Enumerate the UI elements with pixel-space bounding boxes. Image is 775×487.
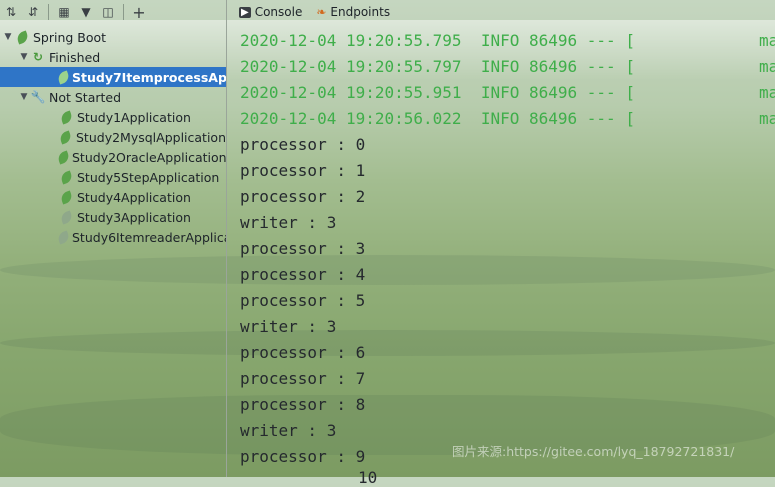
tree-node-app[interactable]: Study6ItemreaderApplicat <box>0 227 226 247</box>
console-output[interactable]: 2020-12-04 19:20:55.795 INFO 86496 --- [… <box>240 28 775 470</box>
toolbar-separator <box>123 4 124 20</box>
tree-node-label: Study6ItemreaderApplicat <box>72 229 226 245</box>
log-line: 2020-12-04 19:20:55.951 INFO 86496 --- [… <box>240 80 775 106</box>
log-text: 2020-12-04 19:20:55.795 INFO 86496 --- [ <box>240 31 635 50</box>
chevron-down-icon[interactable]: ▼ <box>18 92 30 102</box>
chevron-down-icon[interactable]: ▼ <box>18 52 30 62</box>
tree-node-label: Spring Boot <box>33 29 107 45</box>
panel-splitter[interactable] <box>226 0 227 477</box>
output-line: processor : 1 <box>240 161 366 180</box>
output-line: processor : 3 <box>240 239 366 258</box>
tree-node-label: Study2OracleApplication <box>72 149 226 165</box>
wrench-icon: 🔧 <box>30 90 46 104</box>
tree-node-selected-app[interactable]: Study7ItemprocessAppli <box>0 67 226 87</box>
services-toolbar: ⇅ ⇵ ▦ ▼ ◫ + <box>0 0 226 24</box>
toolbar-separator <box>48 4 49 20</box>
tree-node-finished[interactable]: ▼ ↻ Finished <box>0 47 226 67</box>
log-thread: ma <box>759 109 775 128</box>
tree-node-app[interactable]: Study1Application <box>0 107 226 127</box>
image-watermark: 图片来源:https://gitee.com/lyq_18792721831/ <box>452 444 735 459</box>
services-tree: ▼ Spring Boot ▼ ↻ Finished Study7Itempro… <box>0 27 226 247</box>
tree-node-app[interactable]: Study4Application <box>0 187 226 207</box>
log-text: 2020-12-04 19:20:56.022 INFO 86496 --- [ <box>240 109 635 128</box>
tab-console[interactable]: ▶ Console <box>239 5 302 19</box>
tree-node-label: Finished <box>49 49 101 65</box>
filter-icon[interactable]: ▼ <box>75 1 97 23</box>
tree-node-label: Study3Application <box>77 209 191 225</box>
output-line-partial: 10 <box>358 468 378 487</box>
log-thread: ma <box>759 57 775 76</box>
spring-boot-app-icon <box>58 109 74 125</box>
spring-boot-app-icon <box>56 149 71 165</box>
output-line: processor : 5 <box>240 291 366 310</box>
log-line: 2020-12-04 19:20:55.797 INFO 86496 --- [… <box>240 54 775 80</box>
spring-boot-app-icon <box>58 209 74 225</box>
tree-node-label: Study4Application <box>77 189 191 205</box>
log-thread: ma <box>759 31 775 50</box>
output-line: processor : 2 <box>240 187 366 206</box>
log-text: 2020-12-04 19:20:55.951 INFO 86496 --- [ <box>240 83 635 102</box>
output-line: processor : 7 <box>240 369 366 388</box>
tree-node-app[interactable]: Study2MysqlApplication <box>0 127 226 147</box>
chevron-down-icon[interactable]: ▼ <box>2 32 14 42</box>
tab-label: Console <box>254 5 303 19</box>
collapse-all-icon[interactable]: ⇵ <box>22 1 44 23</box>
tree-node-label: Study5StepApplication <box>77 169 220 185</box>
tree-node-app[interactable]: Study5StepApplication <box>0 167 226 187</box>
layout-icon[interactable]: ◫ <box>97 1 119 23</box>
output-line: writer : 3 <box>240 317 337 336</box>
tree-node-label: Study2MysqlApplication <box>76 129 226 145</box>
output-line: processor : 8 <box>240 395 366 414</box>
log-thread: ma <box>759 83 775 102</box>
spring-boot-icon <box>14 29 30 45</box>
spring-boot-app-icon <box>58 129 73 145</box>
tree-node-label: Study7ItemprocessAppli <box>72 69 226 85</box>
tree-node-spring-boot[interactable]: ▼ Spring Boot <box>0 27 226 47</box>
spring-boot-app-icon <box>58 169 74 185</box>
spring-boot-app-icon <box>56 229 71 245</box>
expand-all-icon[interactable]: ⇅ <box>0 1 22 23</box>
tree-node-label: Not Started <box>49 89 122 105</box>
spring-boot-app-icon <box>56 69 71 85</box>
tab-endpoints[interactable]: ❧ Endpoints <box>316 5 390 19</box>
group-by-icon[interactable]: ▦ <box>53 1 75 23</box>
output-line: writer : 3 <box>240 213 337 232</box>
output-line: processor : 0 <box>240 135 366 154</box>
output-line: processor : 4 <box>240 265 366 284</box>
tree-node-label: Study1Application <box>77 109 191 125</box>
endpoints-icon: ❧ <box>316 5 327 19</box>
services-panel: ⇅ ⇵ ▦ ▼ ◫ + ▼ Spring Boot ▼ ↻ Finished S… <box>0 0 226 477</box>
log-line: 2020-12-04 19:20:55.795 INFO 86496 --- [… <box>240 28 775 54</box>
tree-node-app[interactable]: Study3Application <box>0 207 226 227</box>
log-line: 2020-12-04 19:20:56.022 INFO 86496 --- [… <box>240 106 775 132</box>
log-text: 2020-12-04 19:20:55.797 INFO 86496 --- [ <box>240 57 635 76</box>
tree-node-app[interactable]: Study2OracleApplication <box>0 147 226 167</box>
run-tabs: ▶ Console ❧ Endpoints <box>227 0 775 24</box>
tab-label: Endpoints <box>330 5 391 19</box>
rerun-icon: ↻ <box>32 50 44 64</box>
output-line: processor : 6 <box>240 343 366 362</box>
tree-node-not-started[interactable]: ▼ 🔧 Not Started <box>0 87 226 107</box>
add-service-icon[interactable]: + <box>128 1 150 23</box>
spring-boot-app-icon <box>58 189 74 205</box>
console-icon: ▶ <box>239 6 251 18</box>
